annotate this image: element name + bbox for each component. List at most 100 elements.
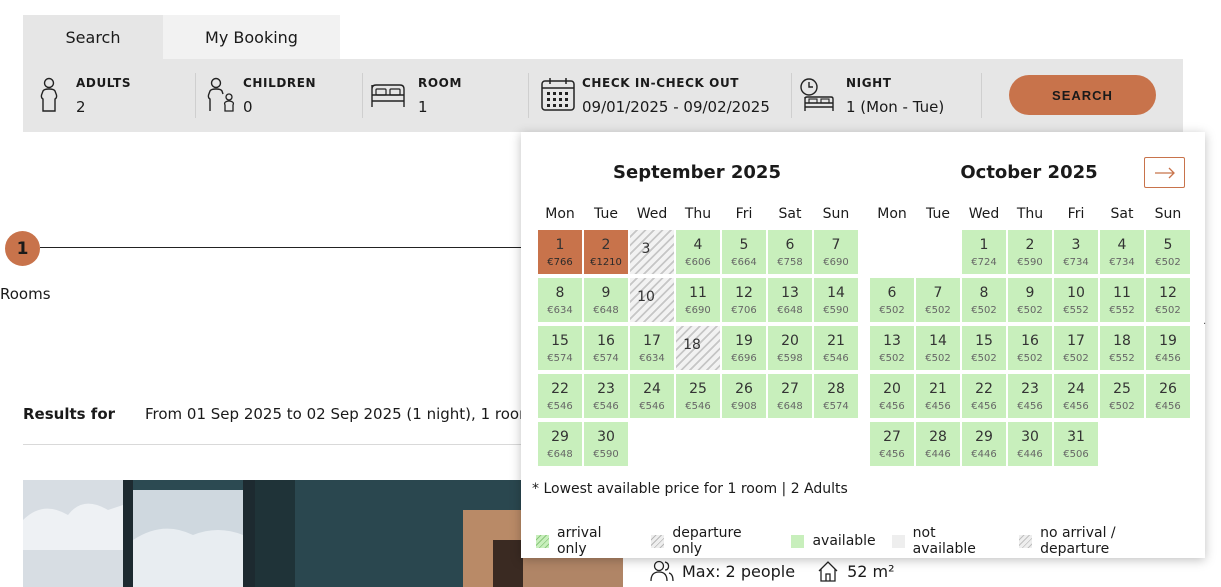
calendar-day[interactable]: 12 €502 <box>1146 278 1190 322</box>
day-price: €574 <box>547 353 573 364</box>
calendar-day[interactable]: 19 €696 <box>722 326 766 370</box>
day-price: €546 <box>685 401 711 412</box>
calendar-day[interactable]: 11 €552 <box>1100 278 1144 322</box>
calendar-day[interactable]: 26 €908 <box>722 374 766 418</box>
calendar-day[interactable]: 4 €734 <box>1100 230 1144 274</box>
calendar-day[interactable]: 18 €552 <box>1100 326 1144 370</box>
calendar-day[interactable]: 9 €502 <box>1008 278 1052 322</box>
calendar-day[interactable]: 3 <box>630 230 674 274</box>
calendar-day[interactable]: 16 €574 <box>584 326 628 370</box>
calendar-day[interactable]: 25 €546 <box>676 374 720 418</box>
calendar-day[interactable]: 31 €506 <box>1054 422 1098 466</box>
calendar-day[interactable]: 6 €502 <box>870 278 914 322</box>
day-number: 5 <box>1163 237 1173 253</box>
calendar-day[interactable]: 13 €502 <box>870 326 914 370</box>
calendar-day[interactable]: 26 €456 <box>1146 374 1190 418</box>
calendar-day[interactable]: 28 €574 <box>814 374 858 418</box>
day-price: €734 <box>1063 257 1089 268</box>
calendar-day[interactable]: 23 €546 <box>584 374 628 418</box>
day-price: €502 <box>1017 353 1043 364</box>
calendar-day[interactable]: 24 €456 <box>1054 374 1098 418</box>
calendar-day[interactable]: 8 €634 <box>538 278 582 322</box>
calendar-day[interactable]: 25 €502 <box>1100 374 1144 418</box>
day-number: 17 <box>1067 333 1085 349</box>
calendar-day[interactable]: 1 €724 <box>962 230 1006 274</box>
day-price: €502 <box>1109 401 1135 412</box>
calendar-day[interactable]: 29 €446 <box>962 422 1006 466</box>
calendar-day[interactable]: 12 €706 <box>722 278 766 322</box>
calendar-day[interactable]: 2 €1210 <box>584 230 628 274</box>
day-price: €502 <box>879 353 905 364</box>
calendar-day[interactable]: 9 €648 <box>584 278 628 322</box>
search-bar: ADULTS 2 CHILDREN 0 ROOM 1 CHECK IN-CHEC… <box>23 59 1183 132</box>
calendar-day[interactable]: 1 €766 <box>538 230 582 274</box>
calendar-day[interactable]: 29 €648 <box>538 422 582 466</box>
calendar-day[interactable]: 7 €690 <box>814 230 858 274</box>
calendar-day[interactable]: 17 €634 <box>630 326 674 370</box>
day-price: €590 <box>1017 257 1043 268</box>
calendar-day[interactable]: 19 €456 <box>1146 326 1190 370</box>
calendar-day[interactable]: 5 €502 <box>1146 230 1190 274</box>
calendar-day[interactable]: 16 €502 <box>1008 326 1052 370</box>
calendar-day[interactable]: 2 €590 <box>1008 230 1052 274</box>
children-field[interactable]: CHILDREN 0 <box>195 59 362 132</box>
not-available-swatch <box>891 534 905 548</box>
calendar-day[interactable]: 21 €456 <box>916 374 960 418</box>
calendar-day[interactable]: 20 €456 <box>870 374 914 418</box>
adults-field[interactable]: ADULTS 2 <box>23 59 195 132</box>
calendar-day[interactable]: 18 <box>676 326 720 370</box>
legend-label: not available <box>912 525 976 557</box>
day-price: €634 <box>639 353 665 364</box>
day-number: 9 <box>601 285 611 301</box>
calendar-day[interactable]: 15 €502 <box>962 326 1006 370</box>
calendar-day[interactable]: 14 €590 <box>814 278 858 322</box>
search-button[interactable]: SEARCH <box>1009 75 1156 115</box>
calendar-day[interactable]: 4 €606 <box>676 230 720 274</box>
next-month-button[interactable] <box>1144 157 1185 188</box>
calendar-day[interactable]: 10 €552 <box>1054 278 1098 322</box>
calendar-day[interactable]: 7 €502 <box>916 278 960 322</box>
calendar-day[interactable]: 21 €546 <box>814 326 858 370</box>
check-in-out-field[interactable]: CHECK IN-CHECK OUT 09/01/2025 - 09/02/20… <box>528 59 791 132</box>
calendar-day[interactable]: 28 €446 <box>916 422 960 466</box>
calendar-day[interactable]: 15 €574 <box>538 326 582 370</box>
day-number: 3 <box>1071 237 1081 253</box>
calendar-day[interactable]: 23 €456 <box>1008 374 1052 418</box>
adult-icon <box>40 77 58 112</box>
tab-my-booking[interactable]: My Booking <box>163 15 340 59</box>
calendar-day[interactable]: 30 €446 <box>1008 422 1052 466</box>
day-price: €648 <box>777 305 803 316</box>
tab-search[interactable]: Search <box>23 15 163 59</box>
calendar-day[interactable]: 6 €758 <box>768 230 812 274</box>
calendar-day[interactable]: 8 €502 <box>962 278 1006 322</box>
calendar-day[interactable]: 3 €734 <box>1054 230 1098 274</box>
calendar-day[interactable]: 14 €502 <box>916 326 960 370</box>
weekday-header: Thu <box>684 206 712 222</box>
day-price: €456 <box>879 401 905 412</box>
calendar-day[interactable]: 22 €456 <box>962 374 1006 418</box>
calendar-day[interactable]: 5 €664 <box>722 230 766 274</box>
room-max-occupancy: Max: 2 people <box>682 561 796 581</box>
night-field[interactable]: NIGHT 1 (Mon - Tue) <box>791 59 981 132</box>
room-field[interactable]: ROOM 1 <box>362 59 528 132</box>
room-photo[interactable] <box>23 480 523 587</box>
day-price: €502 <box>879 305 905 316</box>
step-number-badge[interactable]: 1 <box>5 231 40 266</box>
calendar-day[interactable]: 27 €648 <box>768 374 812 418</box>
day-number: 6 <box>887 285 897 301</box>
night-icon <box>800 78 834 111</box>
day-number: 11 <box>1113 285 1131 301</box>
calendar-day[interactable]: 11 €690 <box>676 278 720 322</box>
calendar-day[interactable]: 27 €456 <box>870 422 914 466</box>
calendar-day[interactable]: 10 <box>630 278 674 322</box>
calendar-day[interactable]: 17 €502 <box>1054 326 1098 370</box>
day-number: 21 <box>929 381 947 397</box>
divider <box>23 444 523 445</box>
calendar-day[interactable]: 30 €590 <box>584 422 628 466</box>
check-in-out-value: 09/01/2025 - 09/02/2025 <box>582 98 770 116</box>
day-number: 2 <box>1025 237 1035 253</box>
calendar-day[interactable]: 22 €546 <box>538 374 582 418</box>
calendar-day[interactable]: 13 €648 <box>768 278 812 322</box>
calendar-day[interactable]: 20 €598 <box>768 326 812 370</box>
calendar-day[interactable]: 24 €546 <box>630 374 674 418</box>
